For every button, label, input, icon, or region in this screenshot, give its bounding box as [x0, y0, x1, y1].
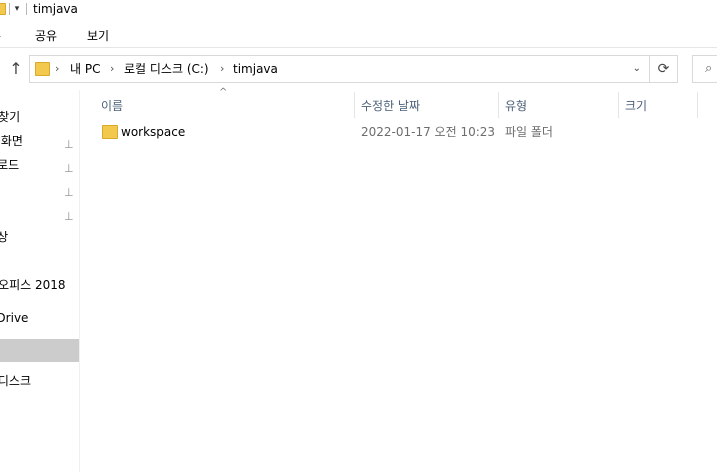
sort-ascending-icon: ^ — [219, 87, 228, 98]
address-row: ↑ › 내 PC › 로컬 디스크 (C:) › timjava ⌄ ⟳ ⌕ — [0, 52, 717, 86]
nav-item-videos[interactable]: 동영상 — [0, 226, 54, 249]
breadcrumb-this-pc[interactable]: 내 PC — [70, 61, 100, 77]
divider — [9, 3, 10, 15]
file-type: 파일 폴더 — [505, 125, 553, 139]
nav-item-desktop[interactable]: 바탕 화면 — [0, 130, 54, 153]
chevron-right-icon[interactable]: › — [220, 61, 224, 77]
nav-item-onedrive[interactable]: OneDrive — [0, 307, 51, 330]
nav-item-downloads[interactable]: 다운로드 — [0, 154, 54, 177]
quick-access-dropdown-icon[interactable]: ▾ — [12, 1, 22, 17]
navigation-pane: 즐겨찾기 바탕 화면 ⊥ 다운로드 ⊥ ⊥ ⊥ 동영상 한컴오피스 2018 O… — [0, 90, 80, 472]
pin-icon[interactable]: ⊥ — [64, 186, 74, 200]
nav-item-this-pc[interactable] — [0, 339, 79, 362]
address-bar[interactable]: › 내 PC › 로컬 디스크 (C:) › timjava ⌄ — [29, 55, 650, 83]
folder-icon — [102, 125, 118, 139]
file-name[interactable]: workspace — [121, 124, 185, 140]
breadcrumb-local-disk[interactable]: 로컬 디스크 (C:) — [124, 61, 209, 77]
chevron-right-icon[interactable]: › — [110, 61, 114, 77]
column-header-type[interactable]: 유형 — [505, 93, 527, 119]
chevron-right-icon[interactable]: › — [55, 61, 59, 77]
column-divider[interactable] — [618, 92, 619, 118]
file-row-workspace[interactable]: workspace 2022-01-17 오전 10:23 파일 폴더 — [98, 120, 708, 144]
up-arrow-icon[interactable]: ↑ — [6, 58, 26, 80]
window-title: timjava — [33, 2, 78, 16]
column-divider[interactable] — [498, 92, 499, 118]
divider — [26, 3, 27, 15]
file-list: ^ 이름 수정한 날짜 유형 크기 workspace 2022-01-17 오… — [82, 87, 717, 472]
tab-share[interactable]: 공유 — [35, 27, 57, 44]
refresh-icon[interactable]: ⟳ — [650, 55, 678, 83]
folder-icon — [0, 3, 6, 15]
pin-icon[interactable]: ⊥ — [64, 162, 74, 176]
pin-icon[interactable]: ⊥ — [64, 138, 74, 152]
column-divider[interactable] — [697, 92, 698, 118]
nav-item-local-disk[interactable]: 로컬 디스크 — [0, 370, 51, 393]
breadcrumb-timjava[interactable]: timjava — [233, 61, 278, 77]
ribbon-tabs: 홈 공유 보기 — [0, 20, 717, 48]
title-bar: ▾ timjava — [0, 0, 717, 20]
pin-icon[interactable]: ⊥ — [64, 210, 74, 224]
column-header-size[interactable]: 크기 — [625, 93, 647, 119]
nav-item-quick-access[interactable]: 즐겨찾기 — [0, 106, 55, 129]
file-modified: 2022-01-17 오전 10:23 — [361, 125, 496, 139]
chevron-down-icon[interactable]: ⌄ — [633, 61, 641, 77]
column-divider[interactable] — [354, 92, 355, 118]
tab-view[interactable]: 보기 — [87, 27, 109, 44]
column-header-date-modified[interactable]: 수정한 날짜 — [361, 93, 420, 119]
column-header-name[interactable]: 이름 — [101, 93, 123, 119]
folder-icon — [35, 62, 50, 76]
search-icon[interactable]: ⌕ — [692, 55, 717, 83]
tab-home[interactable]: 홈 — [0, 27, 1, 44]
nav-item-hancom-office[interactable]: 한컴오피스 2018 — [0, 274, 66, 297]
